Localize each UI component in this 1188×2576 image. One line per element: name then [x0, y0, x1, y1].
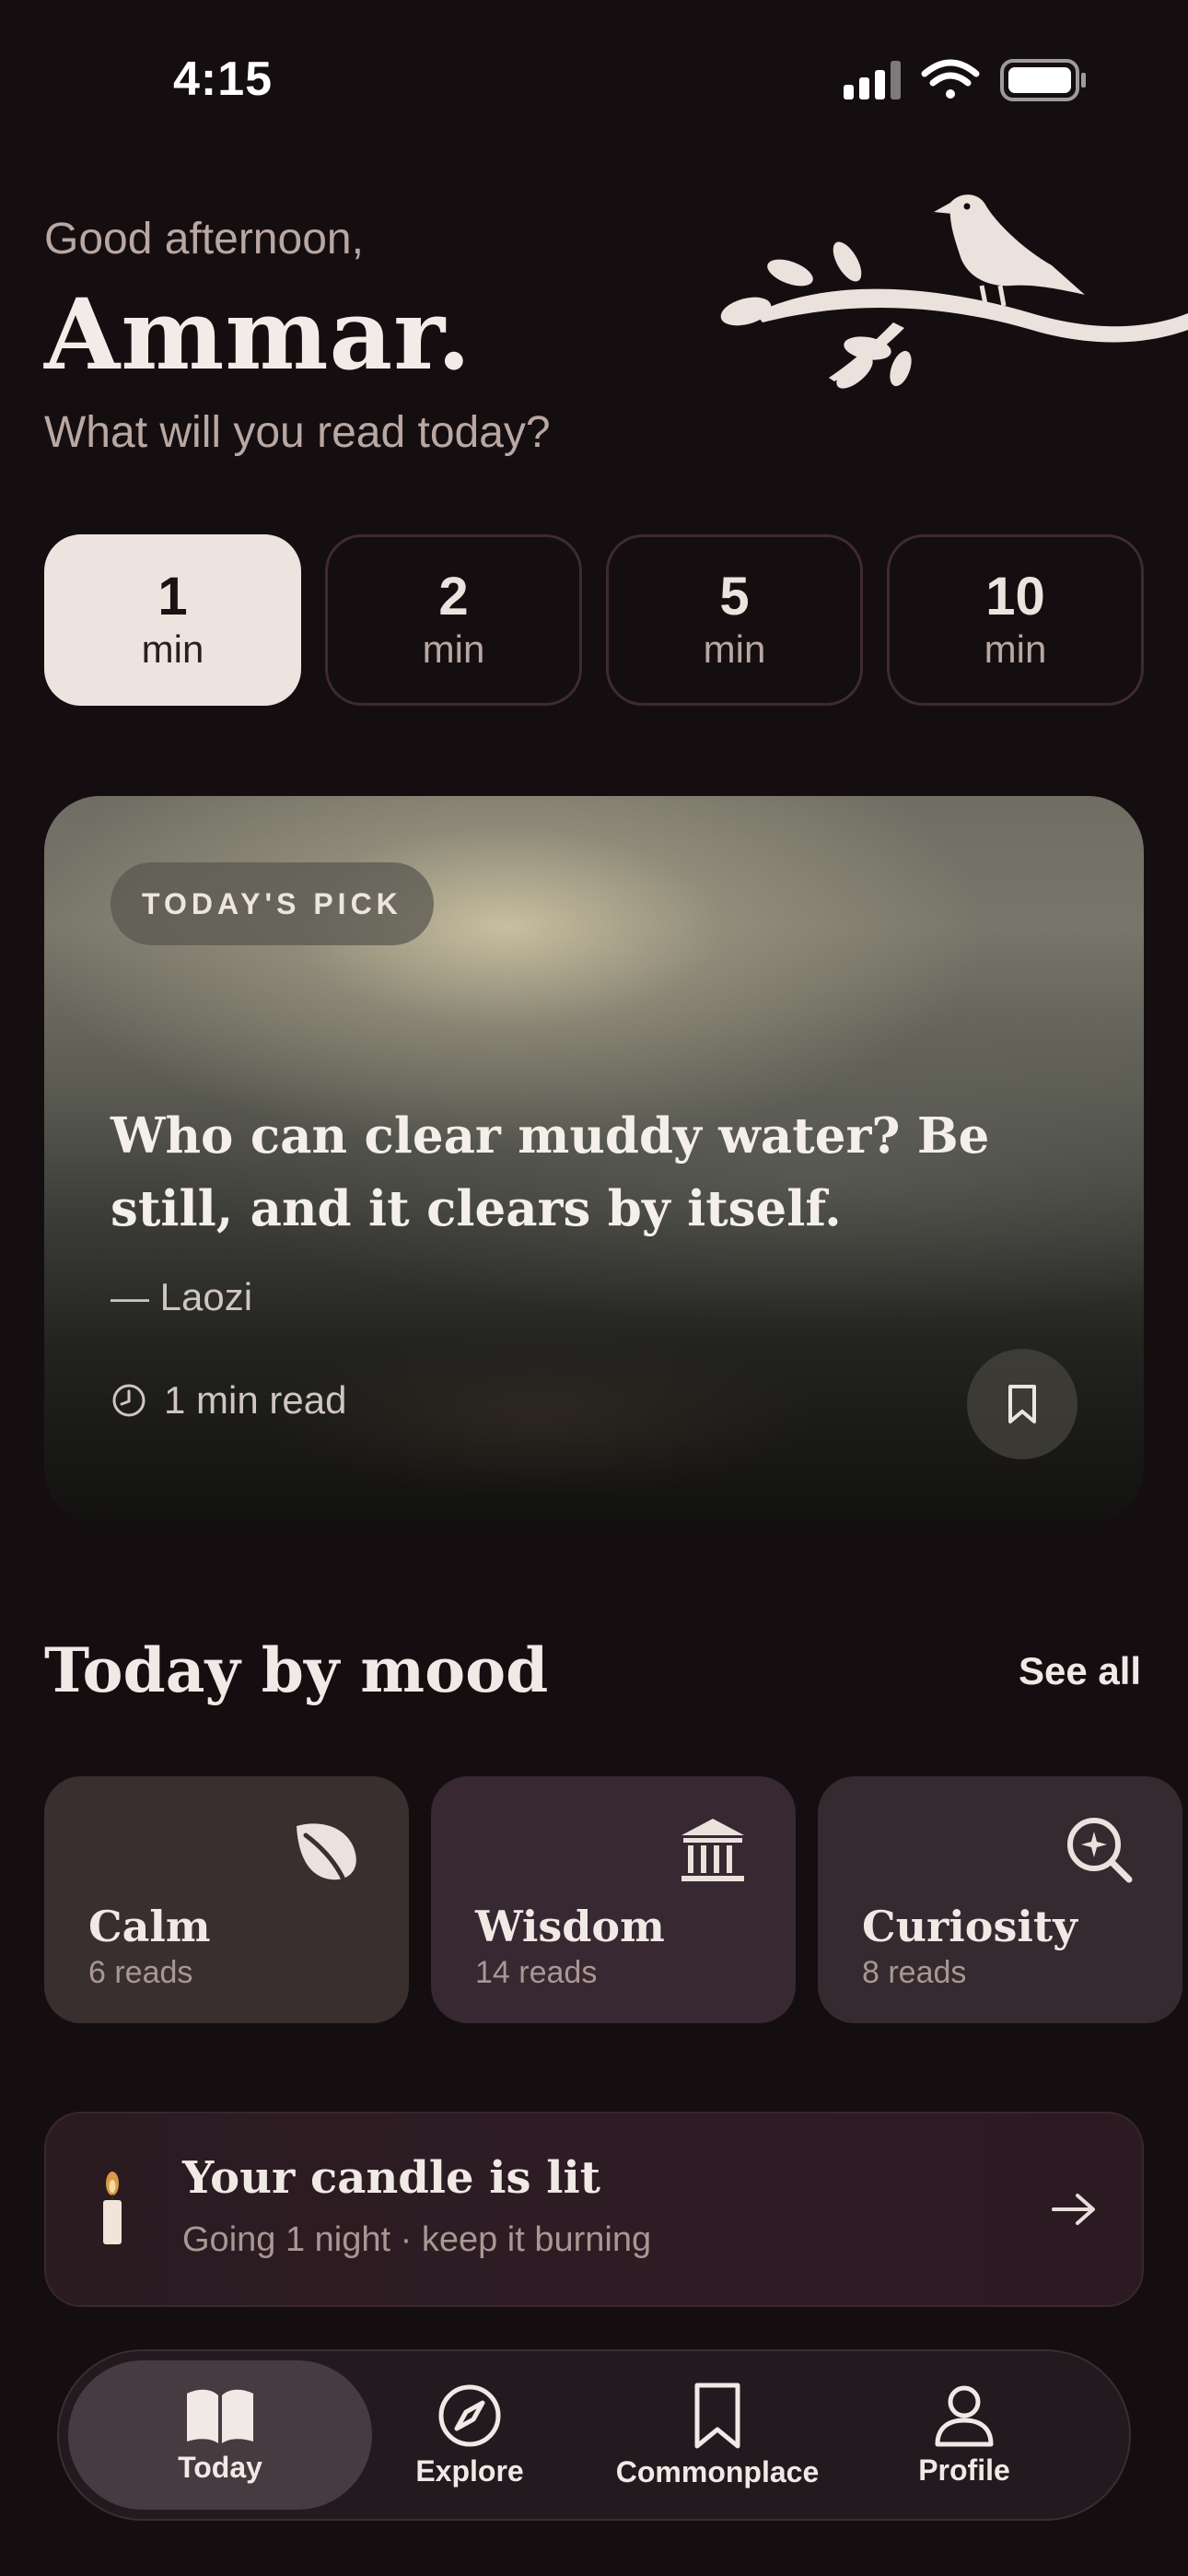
duration-value: 5: [719, 566, 750, 626]
duration-value: 1: [157, 566, 188, 626]
candle-icon: [103, 2172, 122, 2244]
duration-unit: min: [984, 626, 1047, 671]
duration-unit: min: [422, 626, 485, 671]
mood-read-count: 6 reads: [88, 1955, 193, 1990]
mood-card-curiosity[interactable]: Curiosity 8 reads: [818, 1776, 1182, 2023]
see-all-link[interactable]: See all: [1019, 1649, 1141, 1693]
bird-on-branch-illustration: [720, 194, 1188, 389]
duration-selector: 1 min 2 min 5 min 10 min: [44, 534, 1144, 706]
open-book-icon: [187, 2389, 253, 2443]
mood-card-calm[interactable]: Calm 6 reads: [44, 1776, 409, 2023]
wifi-icon: [921, 59, 980, 99]
leaf-icon: [297, 1823, 356, 1880]
quote-text: Who can clear muddy water? Be still, and…: [111, 1107, 990, 1237]
duration-value: 10: [985, 566, 1045, 626]
duration-pill-2-min[interactable]: 2 min: [325, 534, 582, 706]
tab-label: Commonplace: [615, 2454, 820, 2488]
duration-pill-10-min[interactable]: 10 min: [887, 534, 1144, 706]
read-time-label: 1 min read: [164, 1378, 347, 1422]
candle-title: Your candle is lit: [182, 2152, 600, 2204]
mood-card-wisdom[interactable]: Wisdom 14 reads: [431, 1776, 796, 2023]
mood-read-count: 8 reads: [862, 1955, 967, 1990]
bookmark-icon: [694, 2383, 740, 2448]
bookmark-icon: [1008, 1385, 1036, 1423]
todays-pick-card[interactable]: TODAY'S PICK Who can clear muddy water? …: [44, 796, 1144, 1524]
tab-label: Profile: [918, 2453, 1010, 2487]
status-icons: [844, 59, 1086, 101]
battery-icon: [1000, 59, 1086, 101]
greeting-prompt: What will you read today?: [44, 408, 551, 457]
mood-read-count: 14 reads: [475, 1955, 598, 1990]
quote-author: — Laozi: [111, 1275, 253, 1318]
duration-value: 2: [438, 566, 469, 626]
arrow-right-icon[interactable]: [1050, 2191, 1098, 2228]
read-time: 1 min read: [111, 1378, 346, 1423]
person-icon: [935, 2385, 994, 2446]
duration-pill-5-min[interactable]: 5 min: [606, 534, 863, 706]
cellular-signal-icon: [844, 61, 901, 100]
duration-unit: min: [703, 626, 766, 671]
mood-name: Calm: [88, 1902, 211, 1951]
tab-label: Today: [178, 2450, 262, 2484]
candle-subtitle: Going 1 night · keep it burning: [182, 2220, 652, 2259]
save-quote-button[interactable]: [967, 1349, 1077, 1459]
greeting-salutation: Good afternoon,: [44, 215, 364, 263]
status-time: 4:15: [173, 53, 274, 106]
duration-unit: min: [141, 626, 204, 671]
candle-streak-card[interactable]: [44, 2112, 1144, 2307]
sparkle-magnifier-icon: [1067, 1818, 1133, 1883]
clock-icon: [112, 1384, 146, 1417]
tab-profile[interactable]: Profile: [812, 2360, 1116, 2510]
mood-section-title: Today by mood: [44, 1634, 549, 1706]
todays-pick-badge: TODAY'S PICK: [111, 862, 434, 945]
mood-name: Curiosity: [862, 1902, 1077, 1951]
compass-icon: [438, 2384, 501, 2446]
mood-name: Wisdom: [475, 1902, 665, 1951]
duration-pill-1-min[interactable]: 1 min: [44, 534, 301, 706]
tab-label: Explore: [415, 2453, 524, 2488]
pillar-building-icon: [681, 1819, 744, 1881]
user-name: Ammar.: [44, 276, 472, 392]
